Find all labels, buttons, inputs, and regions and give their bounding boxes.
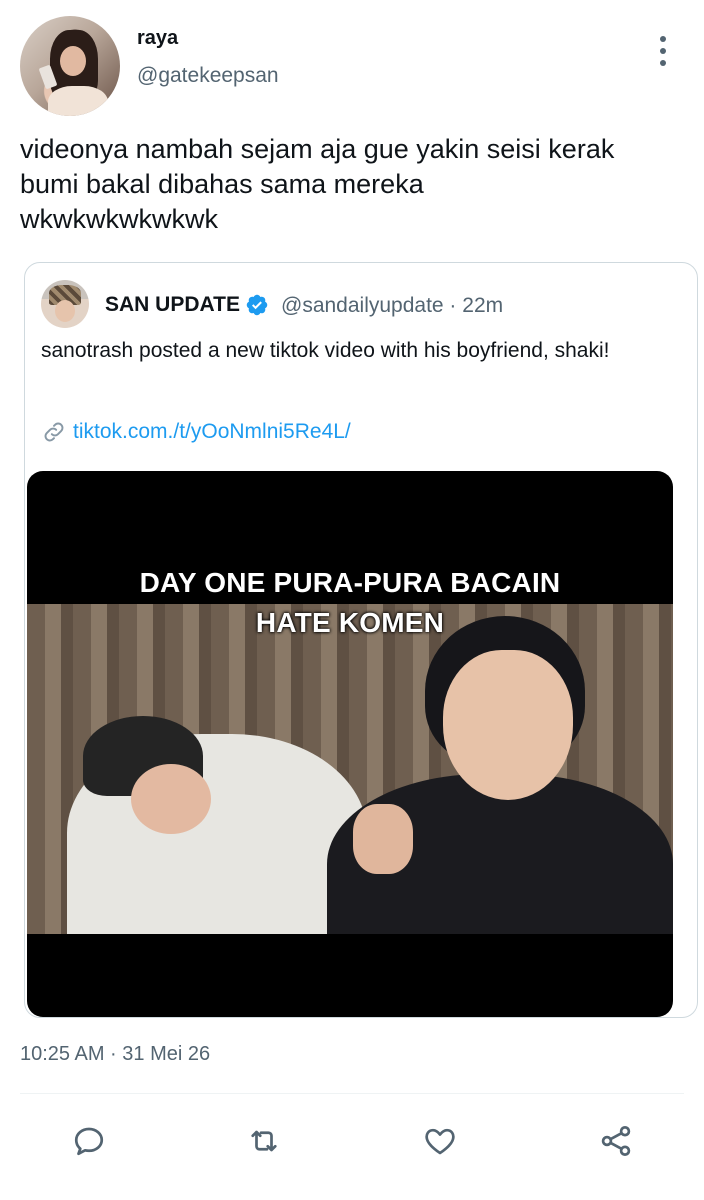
verified-badge-icon	[246, 294, 268, 316]
divider	[20, 1093, 684, 1094]
quoted-author-avatar[interactable]	[41, 280, 89, 328]
share-icon	[601, 1126, 631, 1156]
quoted-tweet-link[interactable]: tiktok.com./t/yOoNmlni5Re4L/	[41, 419, 351, 445]
more-vertical-icon[interactable]	[656, 36, 670, 66]
like-button[interactable]	[420, 1121, 460, 1161]
quoted-author-display-name[interactable]: SAN UPDATE	[105, 293, 240, 317]
quoted-author-handle-time[interactable]: @sandailyupdate · 22m	[281, 294, 503, 318]
video-scene	[27, 604, 673, 934]
reply-button[interactable]	[69, 1121, 109, 1161]
quoted-author-name-row[interactable]: SAN UPDATE	[105, 293, 269, 317]
video-face-right	[443, 650, 573, 800]
video-hand	[353, 804, 413, 874]
author-avatar[interactable]	[20, 16, 120, 116]
tweet-timestamp[interactable]: 10:25 AM · 31 Mei 26	[20, 1043, 210, 1066]
video-thumbnail[interactable]: DAY ONE PURA-PURA BACAIN HATE KOMEN	[27, 471, 673, 1017]
quoted-avatar-face	[55, 300, 75, 322]
more-dot	[660, 36, 666, 42]
reply-icon	[74, 1127, 104, 1156]
tweet-text: videonya nambah sejam aja gue yakin seis…	[20, 134, 615, 234]
share-button[interactable]	[596, 1121, 636, 1161]
quoted-tweet[interactable]: SAN UPDATE @sandailyupdate · 22m sanotra…	[24, 262, 698, 1018]
retweet-button[interactable]	[244, 1121, 284, 1161]
more-dot	[660, 48, 666, 54]
link-icon	[44, 422, 64, 442]
video-caption-line2: HATE KOMEN	[255, 607, 445, 638]
heart-icon	[425, 1128, 455, 1155]
retweet-icon	[251, 1130, 277, 1152]
video-face-left	[131, 764, 211, 834]
quoted-tweet-text: sanotrash posted a new tiktok video with…	[41, 339, 610, 362]
quoted-link-text[interactable]: tiktok.com./t/yOoNmlni5Re4L/	[73, 420, 351, 444]
video-caption-line1: DAY ONE PURA-PURA BACAIN	[139, 567, 561, 598]
avatar-face	[60, 46, 86, 76]
author-handle[interactable]: @gatekeepsan	[137, 64, 279, 88]
more-dot	[660, 60, 666, 66]
avatar-body	[48, 86, 108, 116]
author-display-name[interactable]: raya	[137, 27, 178, 50]
